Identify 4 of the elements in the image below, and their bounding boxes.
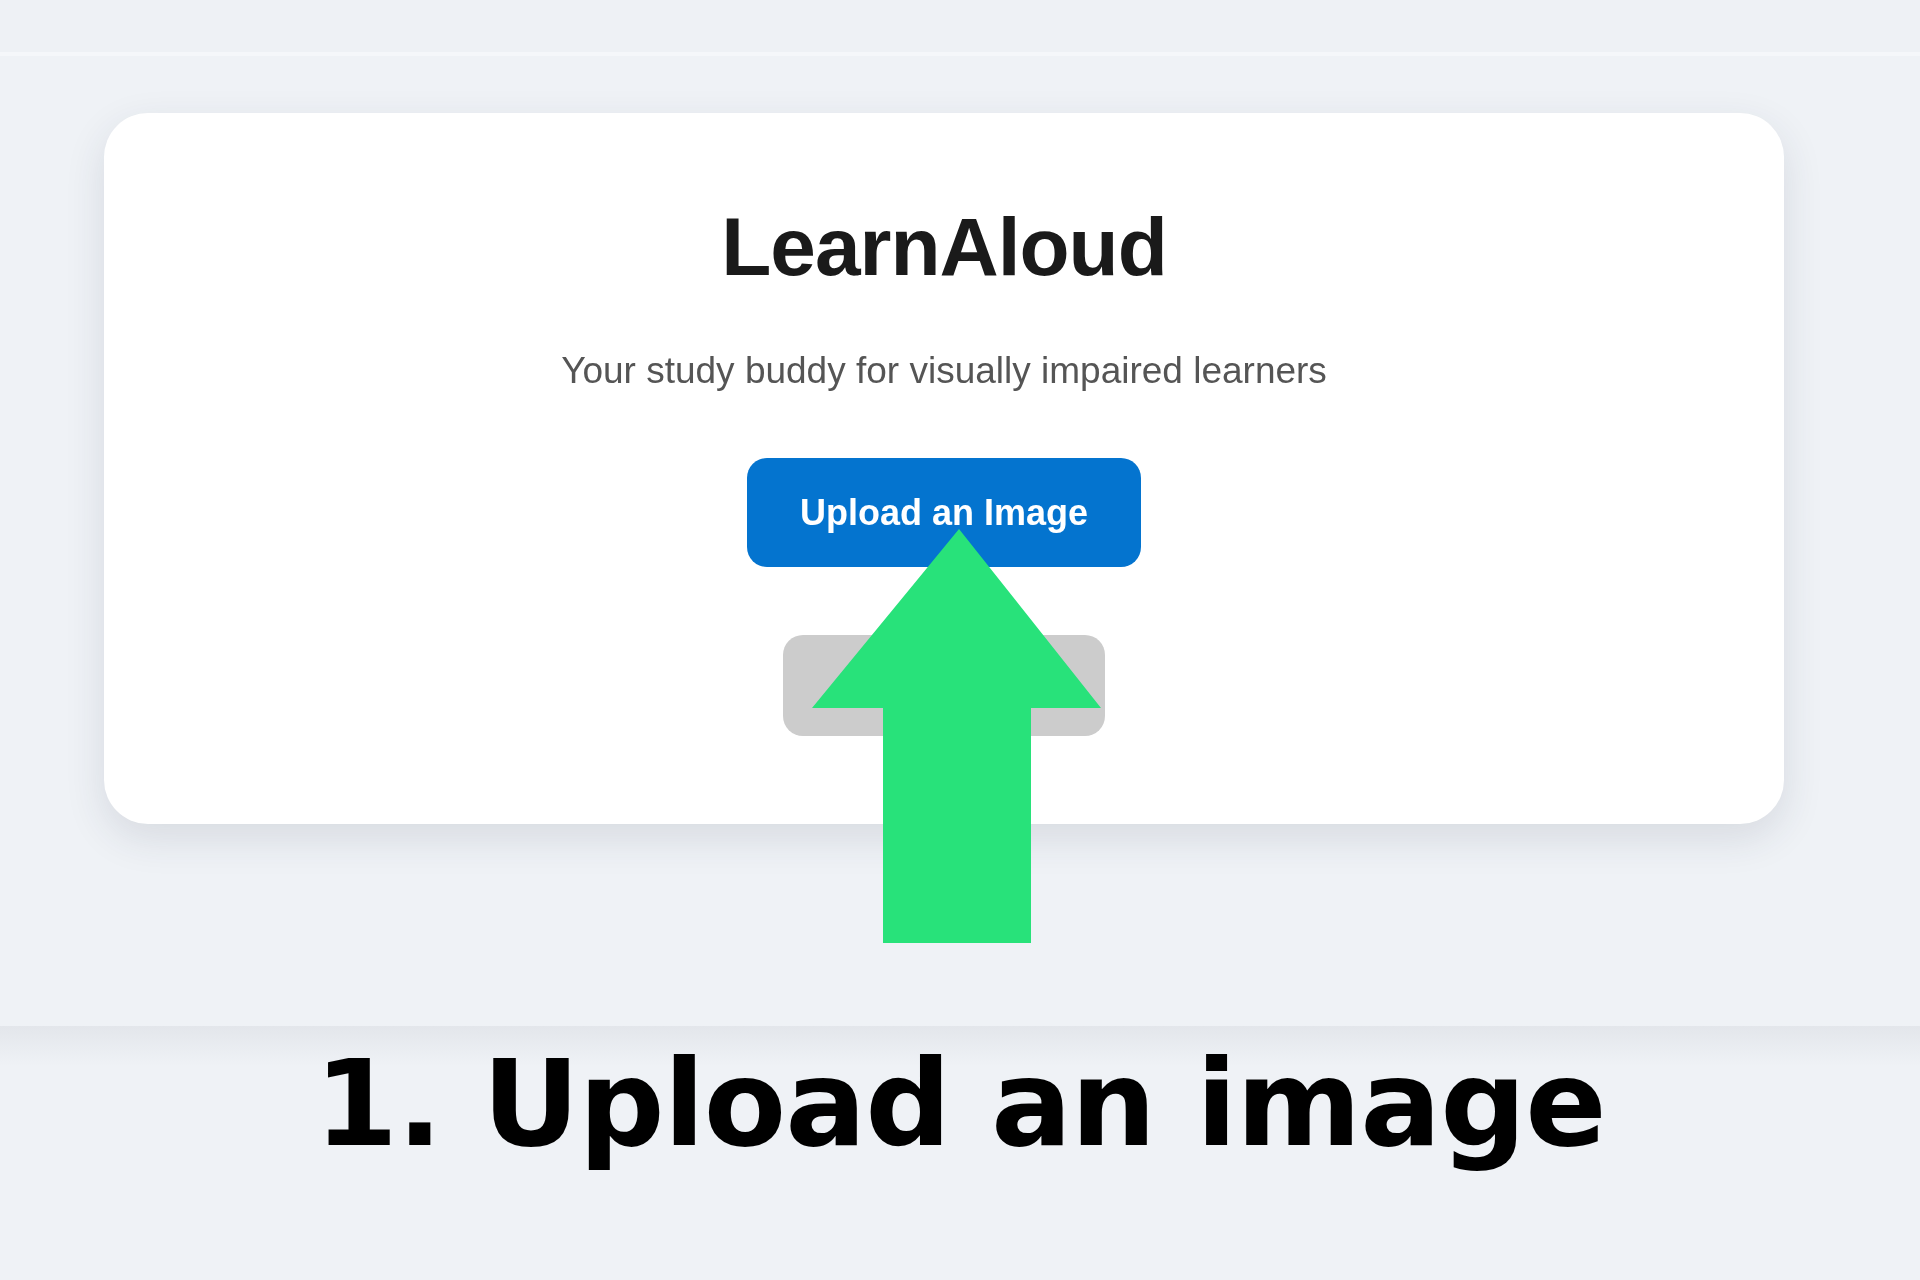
caption-text: 1. Upload an image	[314, 1036, 1606, 1172]
app-subtitle: Your study buddy for visually impaired learners	[561, 349, 1327, 393]
app-title: LearnAloud	[721, 205, 1167, 289]
upload-button[interactable]: Upload an Image	[747, 458, 1141, 567]
